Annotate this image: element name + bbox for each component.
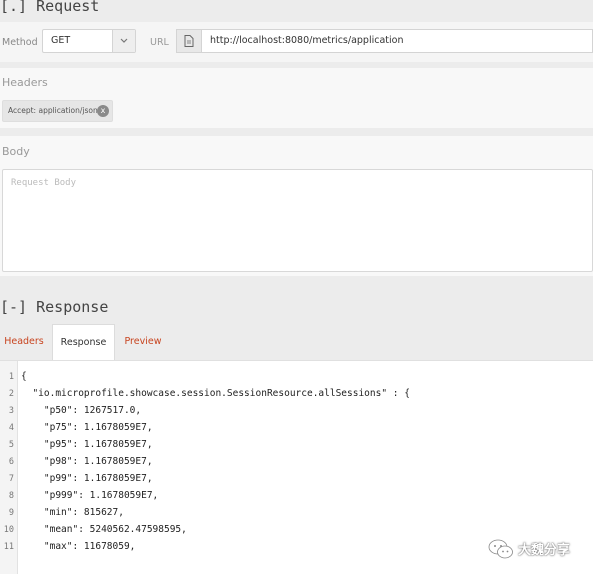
code-line: "p999": 1.1678059E7, bbox=[21, 490, 159, 501]
header-chip[interactable]: Accept: application/json x bbox=[2, 100, 113, 122]
url-input[interactable]: http://localhost:8080/metrics/applicatio… bbox=[202, 29, 593, 53]
headers-title: Headers bbox=[2, 76, 48, 89]
watermark-text: 大魏分享 bbox=[518, 543, 571, 558]
wechat-icon bbox=[488, 539, 513, 559]
line-number: 2 bbox=[8, 389, 14, 399]
method-select[interactable]: GET bbox=[42, 29, 136, 53]
request-body-textarea[interactable]: Request Body bbox=[2, 169, 593, 272]
method-value: GET bbox=[51, 35, 71, 46]
request-title: [.] Request bbox=[0, 0, 100, 15]
close-icon[interactable]: x bbox=[97, 105, 109, 117]
line-number: 8 bbox=[8, 491, 14, 501]
tab-preview[interactable]: Preview bbox=[120, 324, 166, 360]
url-label: URL bbox=[150, 37, 169, 48]
url-value: http://localhost:8080/metrics/applicatio… bbox=[210, 35, 404, 46]
body-placeholder: Request Body bbox=[11, 178, 77, 188]
code-line: "mean": 5240562.47598595, bbox=[21, 524, 187, 535]
body-section: Body Request Body bbox=[0, 136, 593, 276]
code-line: "max": 11678059, bbox=[21, 541, 136, 552]
code-line: { bbox=[21, 371, 27, 382]
line-number: 9 bbox=[8, 508, 14, 518]
code-line: "p75": 1.1678059E7, bbox=[21, 422, 153, 433]
code-line: "p95": 1.1678059E7, bbox=[21, 439, 153, 450]
line-number: 6 bbox=[8, 457, 14, 467]
code-line: "min": 815627, bbox=[21, 507, 124, 518]
line-number-gutter: 1 2 3 4 5 6 7 8 9 10 11 bbox=[0, 361, 18, 574]
header-chip-label: Accept: application/json bbox=[8, 106, 98, 115]
code-line: "io.microprofile.showcase.session.Sessio… bbox=[21, 388, 410, 399]
request-line: Method GET URL http://localhost:8080/met… bbox=[0, 22, 593, 62]
watermark: 大魏分享 bbox=[488, 536, 588, 560]
code-line: "p99": 1.1678059E7, bbox=[21, 473, 153, 484]
code-line: "p50": 1267517.0, bbox=[21, 405, 142, 416]
headers-section: Headers Accept: application/json x bbox=[0, 68, 593, 128]
response-title: [-] Response bbox=[0, 298, 109, 316]
code-line: "p98": 1.1678059E7, bbox=[21, 456, 153, 467]
line-number: 5 bbox=[8, 440, 14, 450]
chevron-down-icon[interactable] bbox=[112, 30, 135, 52]
request-section-header[interactable]: [.] Request bbox=[0, 0, 593, 22]
tab-headers[interactable]: Headers bbox=[0, 324, 48, 360]
line-number: 1 bbox=[8, 372, 14, 382]
line-number: 3 bbox=[8, 406, 14, 416]
document-icon[interactable] bbox=[176, 29, 202, 53]
line-number: 11 bbox=[3, 542, 14, 552]
line-number: 4 bbox=[8, 423, 14, 433]
response-tabs: Headers Response Preview bbox=[0, 324, 593, 360]
body-title: Body bbox=[2, 145, 30, 158]
line-number: 7 bbox=[8, 474, 14, 484]
method-label: Method bbox=[2, 37, 38, 48]
response-section-header[interactable]: [-] Response bbox=[0, 298, 593, 322]
line-number: 10 bbox=[3, 525, 14, 535]
tab-response[interactable]: Response bbox=[52, 324, 115, 360]
